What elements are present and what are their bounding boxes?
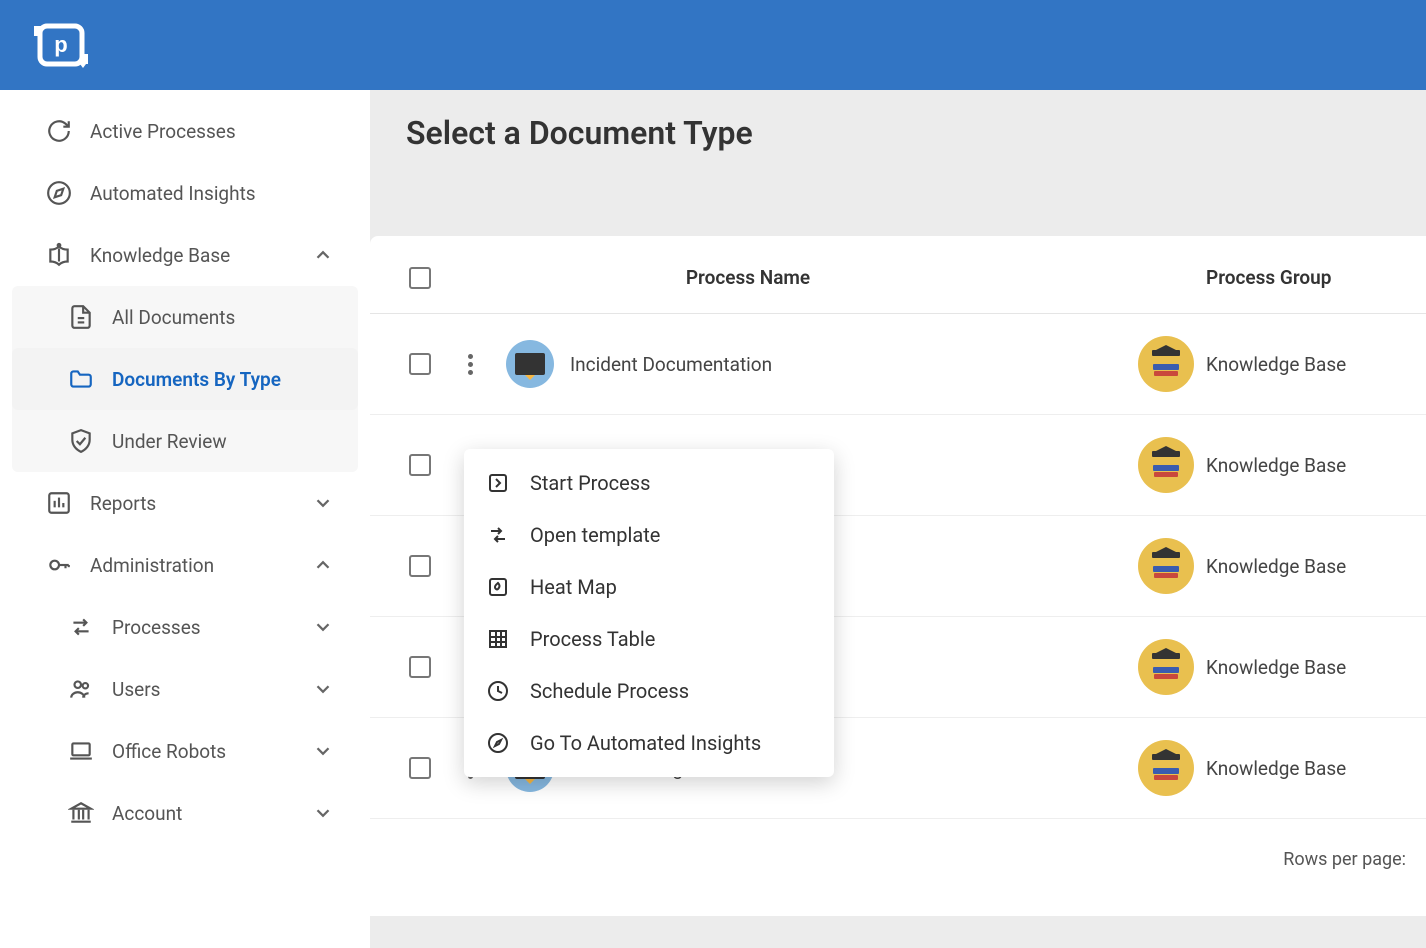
sidebar-item-label: Administration bbox=[90, 554, 214, 577]
main-content: Select a Document Type Process Name Proc… bbox=[370, 90, 1426, 948]
laptop-icon bbox=[68, 738, 94, 764]
group-avatar bbox=[1138, 336, 1194, 392]
row-actions-menu-button[interactable] bbox=[468, 354, 473, 375]
app-logo[interactable]: p bbox=[30, 20, 92, 70]
menu-item-label: Schedule Process bbox=[530, 679, 689, 703]
menu-item-process-table[interactable]: Process Table bbox=[464, 613, 834, 665]
sidebar-item-label: Automated Insights bbox=[90, 182, 256, 205]
sidebar-item-label: Office Robots bbox=[112, 740, 226, 763]
start-icon bbox=[486, 471, 510, 495]
open-template-icon bbox=[486, 523, 510, 547]
heatmap-icon bbox=[486, 575, 510, 599]
process-group: Knowledge Base bbox=[1206, 555, 1406, 578]
group-avatar bbox=[1138, 740, 1194, 796]
table-header: Process Name Process Group bbox=[370, 236, 1426, 314]
chevron-down-icon bbox=[312, 678, 334, 700]
sidebar-item-active-processes[interactable]: Active Processes bbox=[12, 100, 358, 162]
sidebar-item-users[interactable]: Users bbox=[12, 658, 358, 720]
menu-item-label: Process Table bbox=[530, 627, 655, 651]
sidebar-item-automated-insights[interactable]: Automated Insights bbox=[12, 162, 358, 224]
clock-icon bbox=[486, 679, 510, 703]
process-group: Knowledge Base bbox=[1206, 353, 1406, 376]
group-avatar bbox=[1138, 538, 1194, 594]
sidebar-item-label: Users bbox=[112, 678, 160, 701]
menu-item-open-template[interactable]: Open template bbox=[464, 509, 834, 561]
refresh-icon bbox=[46, 118, 72, 144]
table-icon bbox=[486, 627, 510, 651]
bank-icon bbox=[68, 800, 94, 826]
sidebar-item-label: Active Processes bbox=[90, 120, 236, 143]
sidebar-item-label: Under Review bbox=[112, 430, 227, 453]
menu-item-schedule-process[interactable]: Schedule Process bbox=[464, 665, 834, 717]
group-avatar bbox=[1138, 639, 1194, 695]
key-icon bbox=[46, 552, 72, 578]
chevron-down-icon bbox=[312, 616, 334, 638]
compass-icon bbox=[486, 731, 510, 755]
process-group: Knowledge Base bbox=[1206, 757, 1406, 780]
chevron-up-icon bbox=[312, 554, 334, 576]
row-checkbox[interactable] bbox=[409, 757, 431, 779]
sidebar-item-reports[interactable]: Reports bbox=[12, 472, 358, 534]
menu-item-heat-map[interactable]: Heat Map bbox=[464, 561, 834, 613]
shield-check-icon bbox=[68, 428, 94, 454]
row-checkbox[interactable] bbox=[409, 656, 431, 678]
sidebar-item-label: All Documents bbox=[112, 306, 235, 329]
process-avatar bbox=[506, 340, 554, 388]
chevron-down-icon bbox=[312, 492, 334, 514]
sidebar-item-account[interactable]: Account bbox=[12, 782, 358, 844]
chart-icon bbox=[46, 490, 72, 516]
column-header-process-name[interactable]: Process Name bbox=[570, 266, 1126, 289]
compass-icon bbox=[46, 180, 72, 206]
process-name: Incident Documentation bbox=[570, 353, 1126, 376]
content-card: Process Name Process Group Incident Docu… bbox=[370, 236, 1426, 916]
users-icon bbox=[68, 676, 94, 702]
group-avatar bbox=[1138, 437, 1194, 493]
sidebar-item-documents-by-type[interactable]: Documents By Type bbox=[12, 348, 358, 410]
table-row[interactable]: Incident Documentation Knowledge Base bbox=[370, 314, 1426, 415]
sidebar-item-administration[interactable]: Administration bbox=[12, 534, 358, 596]
process-group: Knowledge Base bbox=[1206, 454, 1406, 477]
svg-text:p: p bbox=[54, 32, 67, 57]
table-footer-rows-per-page: Rows per page: bbox=[370, 819, 1426, 880]
sidebar-item-label: Knowledge Base bbox=[90, 244, 230, 267]
sidebar: Active Processes Automated Insights Know… bbox=[0, 90, 370, 948]
row-checkbox[interactable] bbox=[409, 454, 431, 476]
sidebar-item-label: Reports bbox=[90, 492, 156, 515]
select-all-checkbox[interactable] bbox=[409, 267, 431, 289]
app-header: p bbox=[0, 0, 1426, 90]
folder-icon bbox=[68, 366, 94, 392]
column-header-process-group[interactable]: Process Group bbox=[1206, 266, 1406, 289]
page-title: Select a Document Type bbox=[370, 90, 1426, 176]
chevron-up-icon bbox=[312, 244, 334, 266]
chevron-down-icon bbox=[312, 802, 334, 824]
menu-item-label: Go To Automated Insights bbox=[530, 731, 761, 755]
sidebar-item-all-documents[interactable]: All Documents bbox=[12, 286, 358, 348]
sidebar-item-label: Processes bbox=[112, 616, 201, 639]
row-checkbox[interactable] bbox=[409, 555, 431, 577]
chevron-down-icon bbox=[312, 740, 334, 762]
menu-item-label: Start Process bbox=[530, 471, 650, 495]
row-checkbox[interactable] bbox=[409, 353, 431, 375]
document-icon bbox=[68, 304, 94, 330]
library-icon bbox=[46, 242, 72, 268]
menu-item-label: Open template bbox=[530, 523, 660, 547]
sidebar-item-office-robots[interactable]: Office Robots bbox=[12, 720, 358, 782]
process-group: Knowledge Base bbox=[1206, 656, 1406, 679]
menu-item-label: Heat Map bbox=[530, 575, 617, 599]
sidebar-item-knowledge-base[interactable]: Knowledge Base bbox=[12, 224, 358, 286]
sidebar-item-under-review[interactable]: Under Review bbox=[12, 410, 358, 472]
sidebar-item-label: Account bbox=[112, 802, 182, 825]
process-icon bbox=[68, 614, 94, 640]
sidebar-subgroup-knowledge-base: All Documents Documents By Type Under Re… bbox=[12, 286, 358, 472]
menu-item-start-process[interactable]: Start Process bbox=[464, 457, 834, 509]
menu-item-go-to-automated-insights[interactable]: Go To Automated Insights bbox=[464, 717, 834, 769]
sidebar-item-processes[interactable]: Processes bbox=[12, 596, 358, 658]
row-context-menu: Start Process Open template Heat Map Pro… bbox=[464, 449, 834, 777]
sidebar-item-label: Documents By Type bbox=[112, 368, 281, 391]
